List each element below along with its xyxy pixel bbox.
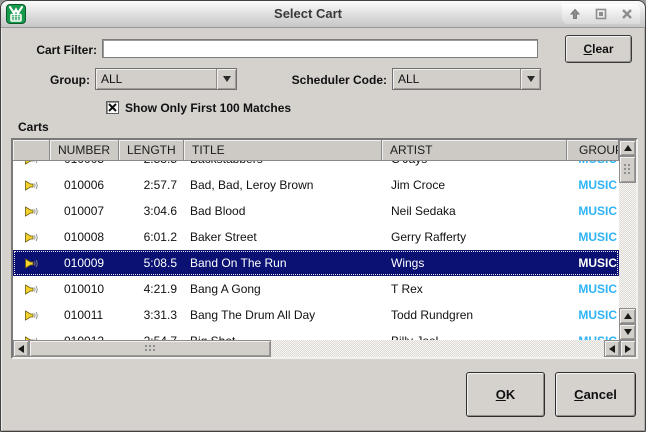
horizontal-scrollbar[interactable] (13, 340, 636, 357)
cart-artist: Jim Croce (382, 178, 567, 192)
column-header-number[interactable]: NUMBER (50, 140, 119, 161)
cart-title: Band On The Run (184, 256, 382, 270)
scheduler-code-select[interactable]: ALL (392, 68, 541, 90)
vertical-scrollbar[interactable] (619, 140, 636, 340)
clear-button[interactable]: Clear (565, 35, 632, 63)
cart-length: 6:01.2 (119, 230, 184, 244)
cart-number: 010007 (50, 204, 119, 218)
table-row[interactable]: 010010 4:21.9 Bang A Gong T Rex MUSIC (13, 276, 619, 302)
speaker-icon (25, 231, 38, 244)
cart-filter-input[interactable] (102, 39, 538, 58)
cart-group: MUSIC (567, 178, 619, 192)
cart-title: Baker Street (184, 230, 382, 244)
cart-length: 2:57.7 (119, 178, 184, 192)
scroll-up-icon[interactable] (619, 308, 636, 324)
cart-artist: O'Jays (382, 161, 567, 166)
cart-group: MUSIC (567, 230, 619, 244)
cart-table-body: 010005 2:58.5 Backstabbers O'Jays MUSIC … (13, 161, 619, 340)
cart-number: 010009 (50, 256, 119, 270)
group-select[interactable]: ALL (95, 68, 237, 90)
cart-table-header: NUMBER LENGTH TITLE ARTIST GROUP (13, 140, 619, 161)
cart-group: MUSIC (567, 282, 619, 296)
cart-filter-label: Cart Filter: (29, 43, 97, 57)
titlebar[interactable]: Select Cart (1, 1, 645, 28)
chevron-down-icon (216, 69, 236, 89)
cart-artist: Neil Sedaka (382, 204, 567, 218)
cart-length: 4:21.9 (119, 282, 184, 296)
column-header-artist[interactable]: ARTIST (382, 140, 567, 161)
cart-artist: Gerry Rafferty (382, 230, 567, 244)
table-row[interactable]: 010011 3:31.3 Bang The Drum All Day Todd… (13, 302, 619, 328)
rivendell-cart-icon (6, 4, 26, 24)
close-icon[interactable] (618, 5, 636, 23)
cart-group: MUSIC (567, 308, 619, 322)
cart-number: 010005 (50, 161, 119, 166)
speaker-icon (25, 179, 38, 192)
table-row[interactable]: 010012 2:54.7 Big Shot Billy Joel MUSIC (13, 328, 619, 340)
window-title: Select Cart (61, 6, 555, 21)
cart-artist: Todd Rundgren (382, 308, 567, 322)
cart-number: 010008 (50, 230, 119, 244)
cart-artist: T Rex (382, 282, 567, 296)
column-header-icon[interactable] (13, 140, 50, 161)
cart-title: Bang A Gong (184, 282, 382, 296)
speaker-icon (25, 161, 38, 166)
speaker-icon (25, 205, 38, 218)
ok-button[interactable]: OK (466, 372, 545, 417)
roll-up-icon[interactable] (566, 5, 584, 23)
scroll-left-icon[interactable] (604, 340, 620, 357)
group-select-value: ALL (96, 72, 216, 86)
cart-number: 010010 (50, 282, 119, 296)
vertical-scrollbar-thumb[interactable] (619, 156, 636, 183)
column-header-group[interactable]: GROUP (567, 140, 619, 161)
checkmark-x-icon (107, 102, 118, 113)
cart-length: 2:58.5 (119, 161, 184, 166)
cart-title: Bad Blood (184, 204, 382, 218)
column-header-length[interactable]: LENGTH (119, 140, 184, 161)
speaker-icon (25, 257, 38, 270)
speaker-icon (25, 283, 38, 296)
cart-group: MUSIC (567, 204, 619, 218)
cart-title: Bad, Bad, Leroy Brown (184, 178, 382, 192)
group-label: Group: (9, 73, 90, 87)
cart-title: Bang The Drum All Day (184, 308, 382, 322)
table-row[interactable]: 010006 2:57.7 Bad, Bad, Leroy Brown Jim … (13, 172, 619, 198)
scheduler-code-label: Scheduler Code: (239, 73, 387, 87)
table-row[interactable]: 010005 2:58.5 Backstabbers O'Jays MUSIC (13, 161, 619, 172)
scroll-right-icon[interactable] (620, 340, 636, 357)
cart-group: MUSIC (567, 161, 619, 166)
table-row[interactable]: 010009 5:08.5 Band On The Run Wings MUSI… (13, 250, 619, 276)
cart-number: 010011 (50, 308, 119, 322)
cart-length: 3:04.6 (119, 204, 184, 218)
table-row[interactable]: 010008 6:01.2 Baker Street Gerry Raffert… (13, 224, 619, 250)
table-row[interactable]: 010007 3:04.6 Bad Blood Neil Sedaka MUSI… (13, 198, 619, 224)
maximize-icon[interactable] (592, 5, 610, 23)
show-first-100-label: Show Only First 100 Matches (125, 101, 291, 115)
chevron-down-icon (520, 69, 540, 89)
window-controls (562, 4, 640, 24)
cart-artist: Wings (382, 256, 567, 270)
cart-number: 010006 (50, 178, 119, 192)
cancel-button[interactable]: Cancel (555, 372, 636, 417)
cart-group: MUSIC (567, 256, 619, 270)
horizontal-scrollbar-thumb[interactable] (29, 340, 271, 357)
scroll-up-icon[interactable] (619, 140, 636, 156)
scroll-left-icon[interactable] (13, 340, 29, 357)
cart-length: 5:08.5 (119, 256, 184, 270)
cart-length: 3:31.3 (119, 308, 184, 322)
scheduler-code-select-value: ALL (393, 72, 520, 86)
cart-title: Backstabbers (184, 161, 382, 166)
show-first-100-checkbox[interactable] (106, 101, 119, 114)
carts-section-label: Carts (18, 120, 49, 134)
column-header-title[interactable]: TITLE (184, 140, 382, 161)
speaker-icon (25, 309, 38, 322)
cart-table: NUMBER LENGTH TITLE ARTIST GROUP 010005 … (11, 138, 638, 359)
select-cart-dialog: Select Cart Cart Filter: Clear Group: AL… (0, 0, 646, 432)
scroll-down-icon[interactable] (619, 324, 636, 340)
